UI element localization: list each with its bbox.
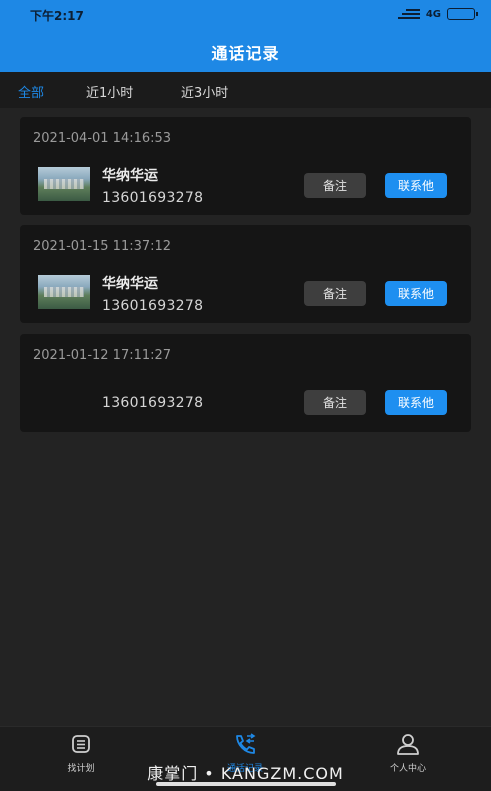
status-indicators: 4G [397, 8, 478, 20]
note-button[interactable]: 备注 [304, 281, 366, 306]
company-thumbnail [38, 275, 90, 309]
phone-icon [236, 733, 256, 754]
company-thumbnail [38, 167, 90, 201]
contact-button[interactable]: 联系他 [385, 173, 447, 198]
time-filter-tabs: 全部 近1小时 近3小时 [0, 72, 491, 108]
contact-button[interactable]: 联系他 [385, 281, 447, 306]
call-record-card[interactable]: 2021-04-01 14:16:53 华纳华运 13601693278 备注 … [20, 117, 471, 215]
call-time: 2021-01-12 17:11:27 [33, 348, 172, 363]
page-title: 通话记录 [211, 44, 280, 63]
contact-name: 华纳华运 [102, 168, 158, 184]
home-indicator [156, 782, 336, 786]
tab-all[interactable]: 全部 [18, 82, 44, 101]
user-icon [397, 734, 419, 755]
call-record-card[interactable]: 2021-01-15 11:37:12 华纳华运 13601693278 备注 … [20, 225, 471, 323]
note-button[interactable]: 备注 [304, 173, 366, 198]
status-time: 下午2:17 [30, 9, 84, 23]
contact-name: 华纳华运 [102, 276, 158, 292]
plan-icon [72, 735, 90, 753]
tab-last-3-hours[interactable]: 近3小时 [181, 82, 228, 101]
call-time: 2021-01-15 11:37:12 [33, 239, 172, 254]
contact-phone: 13601693278 [102, 298, 204, 314]
signal-icon [397, 8, 420, 20]
tab-last-1-hour[interactable]: 近1小时 [86, 82, 133, 101]
battery-icon [447, 8, 478, 20]
watermark-text: 康掌门 • KANGZM.COM [147, 764, 344, 783]
app-header: 下午2:17 4G 通话记录 [0, 0, 491, 72]
call-time: 2021-04-01 14:16:53 [33, 131, 172, 146]
contact-phone: 13601693278 [102, 190, 204, 206]
status-bar: 下午2:17 4G [0, 0, 491, 30]
contact-phone: 13601693278 [102, 395, 204, 411]
contact-button[interactable]: 联系他 [385, 390, 447, 415]
network-label: 4G [425, 8, 441, 20]
call-record-card[interactable]: 2021-01-12 17:11:27 13601693278 备注 联系他 [20, 334, 471, 432]
note-button[interactable]: 备注 [304, 390, 366, 415]
